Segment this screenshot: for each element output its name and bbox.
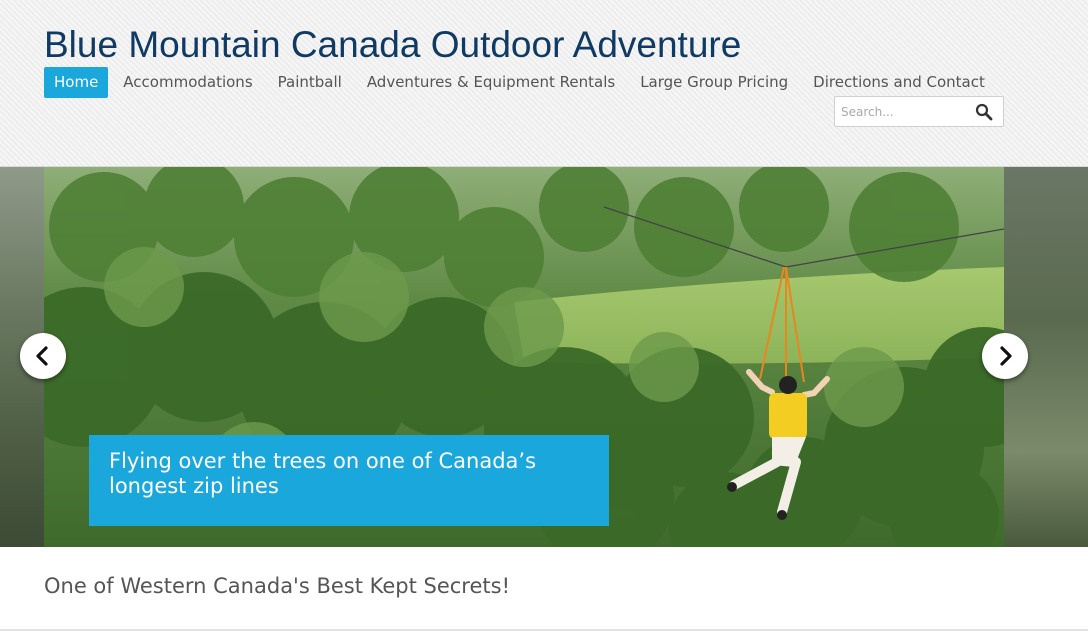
slider-next-button[interactable] (982, 333, 1028, 379)
image-slider: Flying over the trees on one of Canada’s… (0, 167, 1088, 547)
search-icon[interactable] (975, 103, 993, 121)
slider-prev-button[interactable] (20, 333, 66, 379)
search-box (834, 96, 1004, 127)
nav-item-accommodations[interactable]: Accommodations (113, 67, 262, 98)
main-nav: Home Accommodations Paintball Adventures… (44, 67, 1000, 98)
search-input[interactable] (841, 102, 971, 122)
chevron-right-icon (1000, 346, 1012, 366)
slide-caption: Flying over the trees on one of Canada’s… (89, 435, 609, 526)
chevron-left-icon (36, 346, 48, 366)
site-title[interactable]: Blue Mountain Canada Outdoor Adventure (44, 24, 741, 66)
nav-item-directions-contact[interactable]: Directions and Contact (803, 67, 995, 98)
nav-item-adventures-rentals[interactable]: Adventures & Equipment Rentals (357, 67, 625, 98)
site-header: Blue Mountain Canada Outdoor Adventure H… (0, 0, 1088, 167)
nav-item-paintball[interactable]: Paintball (268, 67, 352, 98)
page-tagline: One of Western Canada's Best Kept Secret… (44, 574, 510, 598)
nav-item-home[interactable]: Home (44, 67, 109, 98)
nav-item-large-group-pricing[interactable]: Large Group Pricing (630, 67, 798, 98)
